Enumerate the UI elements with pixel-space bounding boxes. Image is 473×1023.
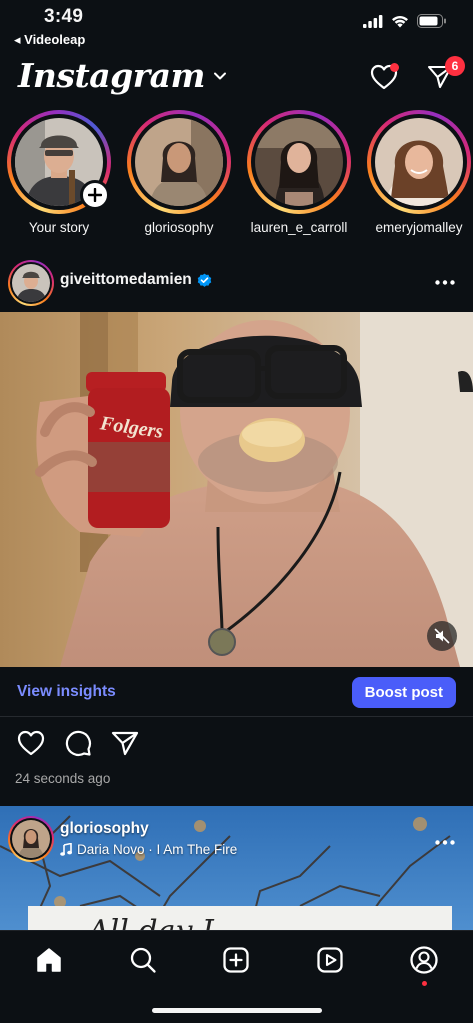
story-avatar [135, 118, 223, 206]
nav-profile[interactable] [407, 943, 441, 986]
share-button[interactable] [110, 728, 140, 758]
post-header: giveittomedamien [0, 258, 473, 308]
search-icon [130, 947, 156, 973]
create-icon [223, 947, 249, 973]
story-gloriosophy[interactable]: gloriosophy [124, 110, 234, 235]
notification-dot [390, 63, 399, 72]
status-icons [363, 14, 447, 28]
wifi-icon [392, 15, 408, 27]
story-ring [367, 110, 471, 214]
story-your-story[interactable]: Your story [4, 110, 114, 235]
story-lauren-e-carroll[interactable]: lauren_e_carroll [244, 110, 354, 235]
stories-tray: Your story gloriosophy lauren_e_carroll … [0, 110, 473, 242]
music-note-icon [60, 843, 72, 856]
post-username-text: giveittomedamien [60, 271, 192, 288]
story-label: lauren_e_carroll [250, 220, 348, 235]
instagram-logo: Instagram [18, 56, 205, 95]
comment-icon [65, 730, 92, 757]
back-to-app-link[interactable]: ◂ Videoleap [14, 32, 85, 48]
insights-row: View insights Boost post [0, 667, 473, 717]
status-time: 3:49 [44, 6, 84, 27]
share-icon [111, 731, 139, 756]
second-post: gloriosophy Daria Novo · I Am The Fire A… [0, 806, 473, 930]
story-label: emeryjomalley [375, 220, 463, 235]
plus-icon [88, 188, 102, 202]
post-avatar[interactable] [8, 260, 54, 306]
signal-icon [363, 14, 383, 28]
volume-muted-icon [434, 628, 450, 644]
profile-icon [410, 946, 438, 974]
profile-notification-dot [422, 981, 427, 986]
nav-create[interactable] [219, 943, 253, 977]
view-insights-link[interactable]: View insights [17, 683, 116, 701]
home-icon [37, 948, 61, 972]
mute-button[interactable] [427, 621, 457, 651]
reels-icon [317, 947, 343, 973]
post-username[interactable]: giveittomedamien [60, 271, 212, 289]
comment-button[interactable] [63, 728, 93, 758]
story-ring [247, 110, 351, 214]
direct-messages-button[interactable]: 6 [425, 56, 465, 92]
app-header: Instagram 6 [0, 56, 473, 108]
story-emeryjomalley[interactable]: emeryjomalley [364, 110, 473, 235]
like-button[interactable] [16, 728, 46, 758]
battery-icon [417, 14, 446, 28]
nav-search[interactable] [126, 943, 160, 977]
post-more-button[interactable] [433, 270, 457, 294]
more-horizontal-icon [435, 839, 455, 845]
second-post-username[interactable]: gloriosophy [60, 820, 149, 838]
story-label: Your story [28, 220, 90, 235]
verified-badge-icon [197, 273, 212, 287]
post-video[interactable]: Folgers [0, 312, 473, 667]
music-track-label: Daria Novo · I Am The Fire [77, 842, 238, 857]
story-ring [127, 110, 231, 214]
nav-reels[interactable] [313, 943, 347, 977]
second-post-card-text: All day I [88, 914, 214, 930]
boost-post-button[interactable]: Boost post [351, 677, 456, 708]
heart-icon [17, 730, 45, 756]
post-actions [16, 728, 140, 758]
second-post-music[interactable]: Daria Novo · I Am The Fire [60, 842, 237, 857]
more-horizontal-icon [435, 279, 455, 285]
story-label: gloriosophy [144, 220, 214, 235]
nav-home[interactable] [32, 943, 66, 977]
brand-switcher[interactable]: Instagram [18, 56, 227, 95]
status-bar: 3:49 ◂ Videoleap [0, 0, 473, 52]
header-actions: 6 [369, 56, 465, 92]
second-post-header: gloriosophy Daria Novo · I Am The Fire [0, 816, 473, 866]
second-post-more-button[interactable] [433, 830, 457, 854]
story-avatar [255, 118, 343, 206]
dm-count-badge: 6 [445, 56, 465, 76]
add-story-button[interactable] [80, 180, 110, 210]
second-post-avatar[interactable] [8, 816, 54, 862]
post-timestamp: 24 seconds ago [15, 771, 111, 786]
second-post-text-card: All day I [28, 906, 452, 930]
chevron-down-icon [213, 72, 226, 79]
post-video-frame: Folgers [0, 312, 473, 667]
story-avatar [375, 118, 463, 206]
notifications-button[interactable] [369, 62, 399, 92]
home-indicator [152, 1008, 322, 1013]
